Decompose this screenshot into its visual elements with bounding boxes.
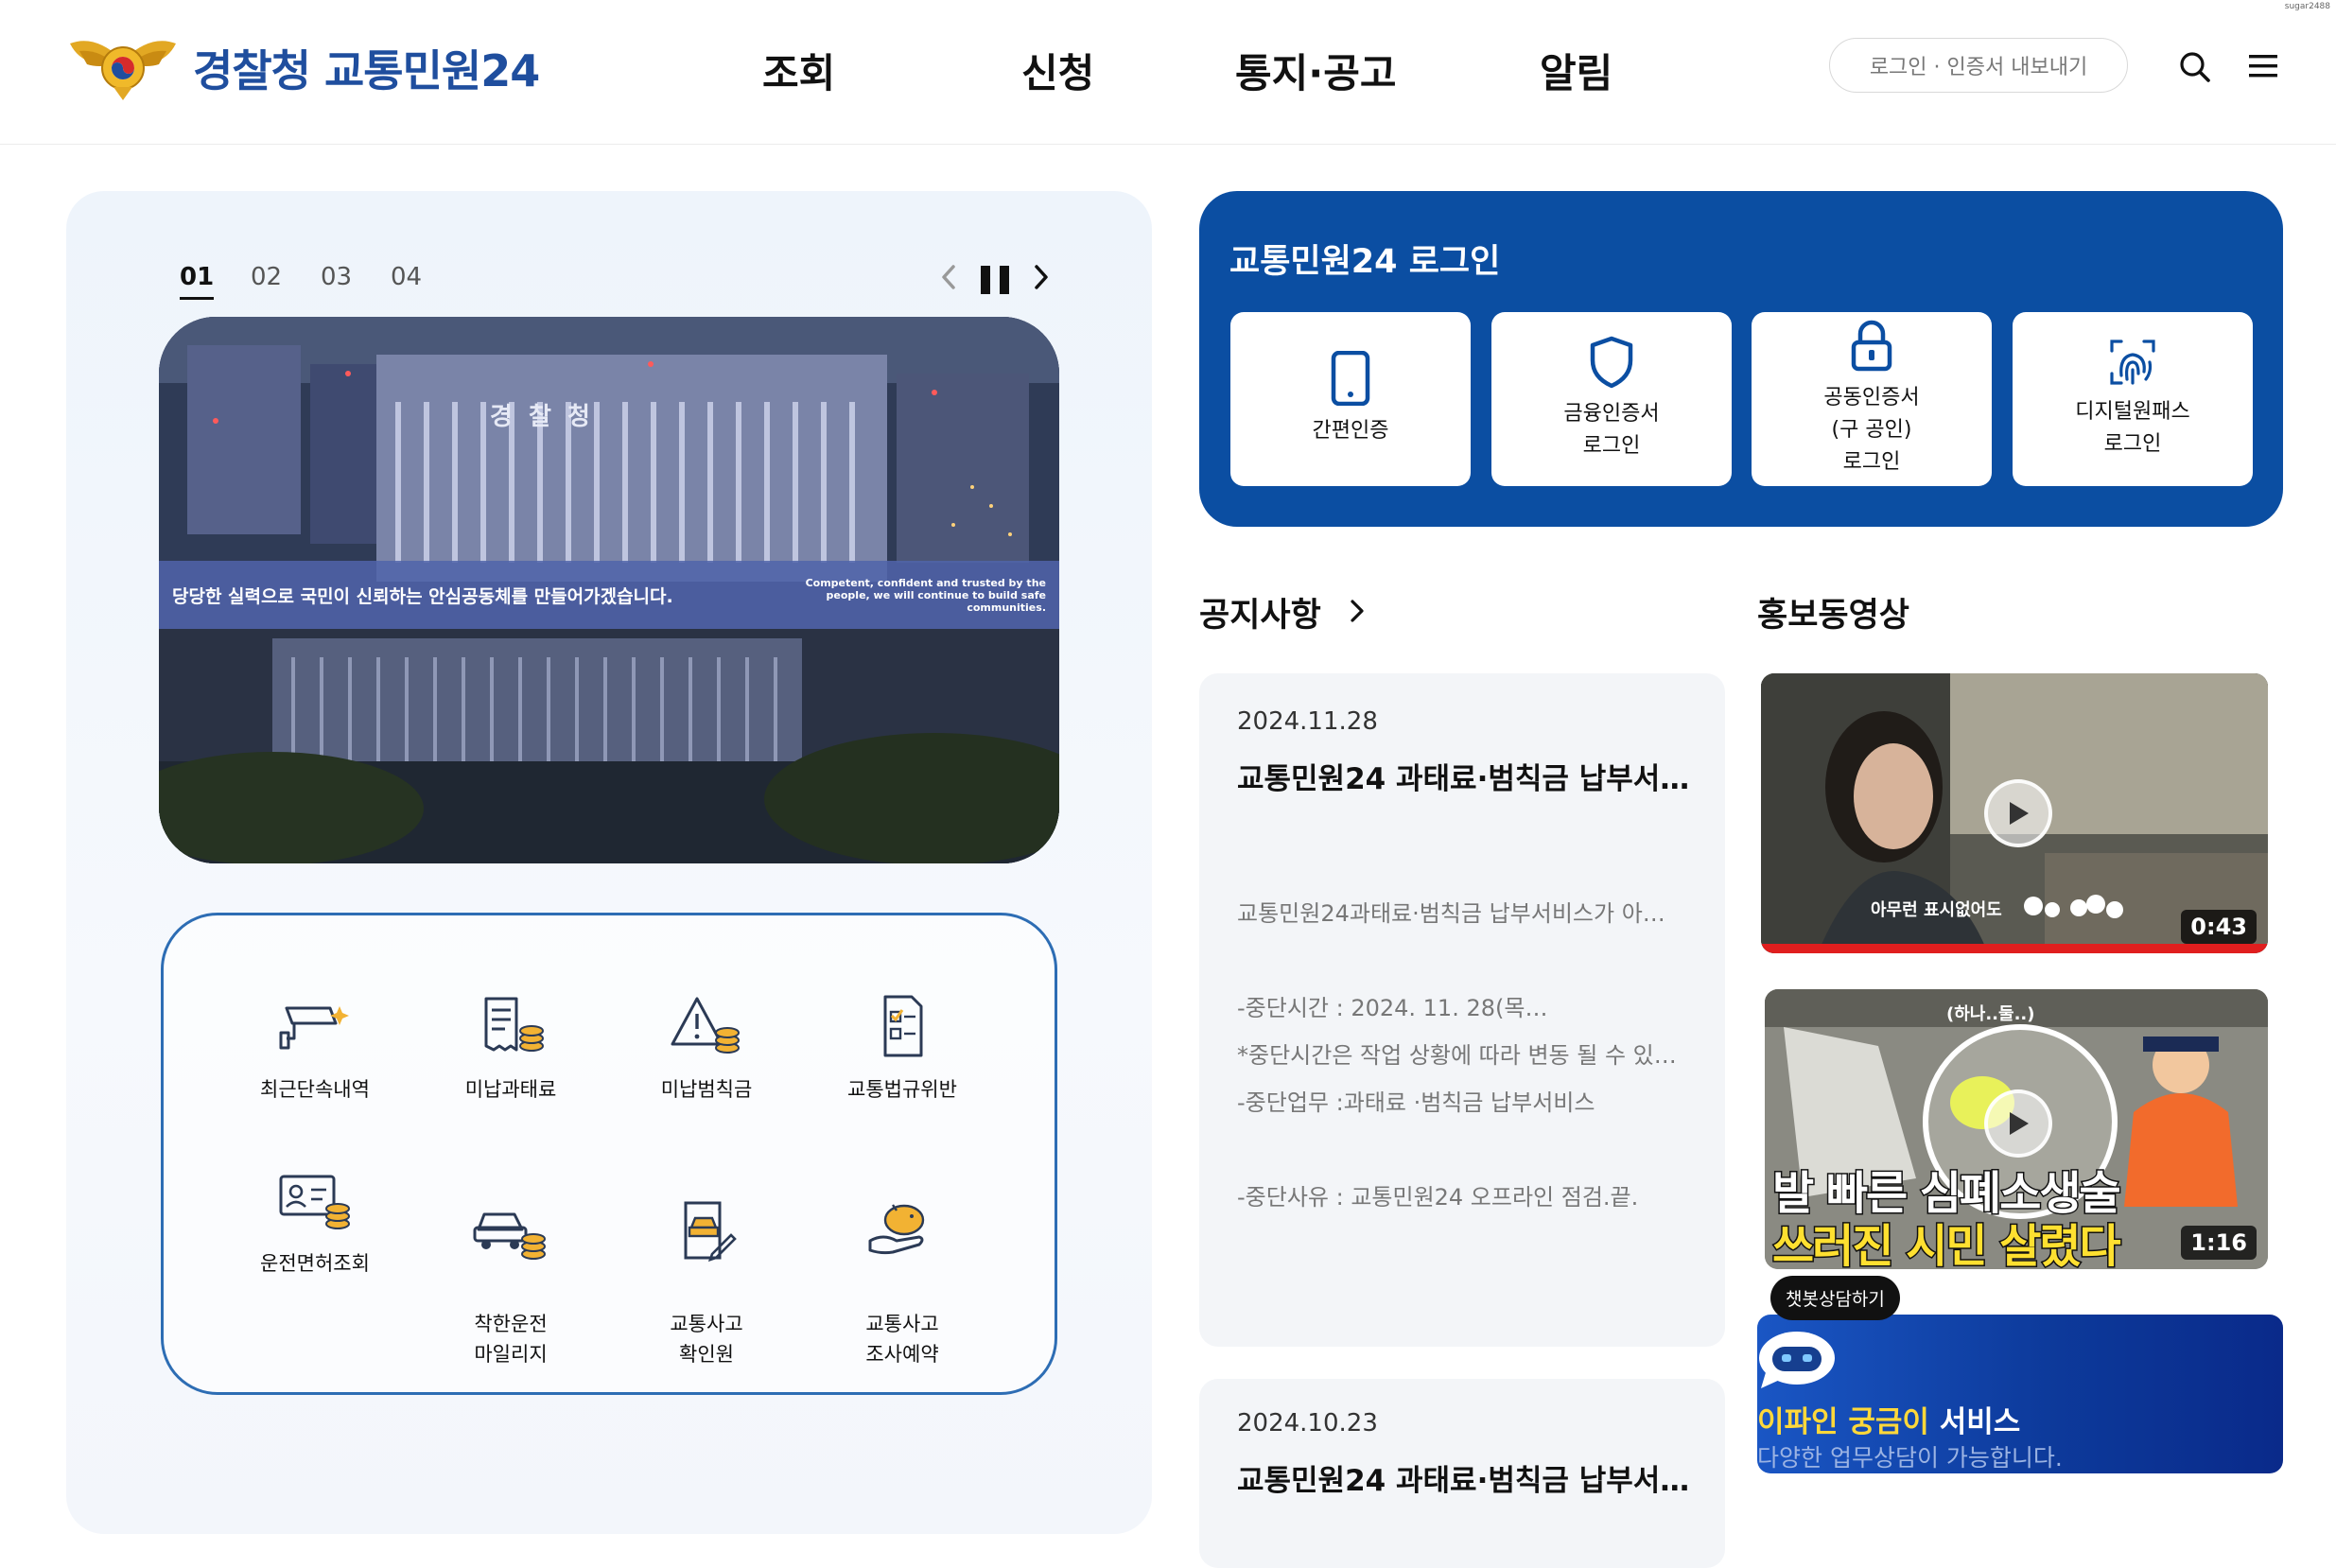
search-icon[interactable] (2179, 51, 2211, 87)
notice-date: 2024.11.28 (1237, 707, 1378, 736)
slide-page-1[interactable]: 01 (180, 263, 215, 300)
hero-slogan-en: Competent, confident and trusted by the … (805, 576, 1046, 614)
notice-body-line: 교통민원24과태료·범칙금 납부서비스가 아… (1237, 900, 1665, 927)
video-thumbnail[interactable]: (하나..둘..) 발 빠른 심폐소생술 쓰러진 시민 살렸다 1:16 (1765, 989, 2268, 1269)
video-duration: 1:16 (2181, 1226, 2257, 1260)
caption-bubbles (2022, 893, 2154, 925)
nav-item-news[interactable]: 알림 (1540, 42, 1613, 99)
site-logo[interactable]: 경찰청 교통민원24 (66, 30, 540, 106)
accident-document-icon (684, 1201, 737, 1262)
slide-page-3[interactable]: 03 (321, 263, 352, 291)
quick-item-recent-enforcement[interactable]: 최근단속내역 (220, 995, 410, 1103)
quick-item-accident-reservation[interactable]: 교통사고 조사예약 (808, 1169, 997, 1400)
hero-image: 경 찰 청 당당한 실력으로 국민이 신뢰하는 안심공동체를 만들어가겠습니다.… (159, 317, 1059, 863)
notice-section-title[interactable]: 공지사항 (1199, 588, 1321, 636)
license-card-icon (279, 1175, 350, 1229)
notice-title: 교통민원24 과태료·범칙금 납부서… (1237, 1464, 1690, 1498)
quick-item-label: 교통사고 조사예약 (865, 1313, 939, 1366)
chatbot-icon[interactable] (1757, 1328, 1842, 1398)
police-emblem-icon (66, 30, 180, 106)
video-thumbnail[interactable]: 아무런 표시없어도 0:43 (1761, 673, 2268, 953)
play-button[interactable] (1984, 1089, 2052, 1158)
nav-item-search[interactable]: 조회 (762, 42, 835, 99)
brand-title: 경찰청 교통민원24 (193, 45, 540, 96)
financial-cert-button[interactable]: 금융인증서 로그인 (1491, 312, 1732, 486)
notice-card[interactable]: 2024.11.28 교통민원24 과태료·범칙금 납부서… 교통민원24과태료… (1199, 673, 1725, 1347)
corner-tag: sugar2488 (2284, 2, 2330, 11)
nav-item-notice[interactable]: 통지·공고 (1235, 42, 1397, 99)
quick-item-label: 미납과태료 (464, 1078, 557, 1101)
chatbot-bubble[interactable]: 챗봇상담하기 (1770, 1276, 1900, 1320)
pause-icon[interactable] (979, 266, 1013, 298)
shield-icon (1590, 336, 1633, 389)
quick-item-traffic-violation[interactable]: 교통법규위반 (808, 995, 997, 1103)
chatbot-subtitle: 다양한 업무상담이 가능합니다. (1757, 1444, 2063, 1472)
login-option-label: 디지털원패스 로그인 (2075, 400, 2190, 456)
quick-item-label: 교통법규위반 (847, 1078, 957, 1101)
document-check-icon (883, 995, 923, 1057)
cctv-icon (279, 1006, 349, 1050)
quick-item-unpaid-fine[interactable]: 미납과태료 (416, 995, 605, 1103)
notice-more-icon[interactable] (1349, 598, 1366, 628)
chatbot-title-rest: 서비스 (1928, 1405, 2021, 1439)
chatbot-title: 이파인 궁금이 서비스 (1757, 1398, 2020, 1440)
car-coins-icon (473, 1212, 546, 1260)
hero-slogan-ko: 당당한 실력으로 국민이 신뢰하는 안심공동체를 만들어가겠습니다. (172, 585, 673, 607)
login-option-label: 금융인증서 로그인 (1563, 402, 1660, 458)
video-caption: 아무런 표시없어도 (1871, 900, 2002, 920)
hero-banner-strip: 당당한 실력으로 국민이 신뢰하는 안심공동체를 만들어가겠습니다. Compe… (159, 561, 1059, 629)
menu-icon[interactable] (2249, 53, 2277, 83)
slide-page-4[interactable]: 04 (391, 263, 422, 291)
quick-item-label: 미납범칙금 (660, 1078, 753, 1101)
video-section-title: 홍보동영상 (1757, 597, 1910, 635)
joint-cert-button[interactable]: 공동인증서 (구 공인) 로그인 (1752, 312, 1992, 486)
video-headline-bottom: 쓰러진 시민 살렸다 (1771, 1219, 2123, 1270)
notice-body-line: -중단시간 : 2024. 11. 28(목… (1237, 995, 1548, 1021)
notice-body-line: -중단사유 : 교통민원24 오프라인 점검.끝. (1237, 1184, 1639, 1211)
chatbot-title-highlight: 이파인 궁금이 (1757, 1405, 1929, 1439)
notice-title: 교통민원24 과태료·범칙금 납부서… (1237, 762, 1690, 796)
quick-item-good-driving-mileage[interactable]: 착한운전 마일리지 (416, 1169, 605, 1400)
lock-icon (1851, 320, 1892, 372)
notice-card[interactable]: 2024.10.23 교통민원24 과태료·범칙금 납부서… (1199, 1379, 1725, 1568)
quick-item-label: 교통사고 확인원 (670, 1313, 743, 1366)
slide-page-2[interactable]: 02 (251, 263, 282, 291)
quick-item-label: 운전면허조회 (260, 1252, 370, 1275)
quick-item-license-check[interactable]: 운전면허조회 (220, 1169, 410, 1277)
phone-icon (1331, 351, 1370, 406)
login-button[interactable]: 로그인 · 인증서 내보내기 (1829, 38, 2128, 93)
login-panel-title: 교통민원24 로그인 (1229, 243, 1501, 281)
next-slide-icon[interactable] (1031, 261, 1052, 297)
prev-slide-icon[interactable] (938, 261, 959, 297)
quick-item-label: 최근단속내역 (260, 1078, 370, 1101)
video-small-caption: (하나..둘..) (1946, 1004, 2035, 1024)
notice-date: 2024.10.23 (1237, 1409, 1378, 1437)
building-sign: 경 찰 청 (490, 403, 594, 431)
login-option-label: 간편인증 (1312, 419, 1389, 443)
login-option-label: 공동인증서 (구 공인) 로그인 (1823, 386, 1920, 474)
video-duration: 0:43 (2181, 910, 2257, 944)
play-button[interactable] (1984, 779, 2052, 847)
nav-item-apply[interactable]: 신청 (1021, 42, 1094, 99)
quick-item-unpaid-penalty[interactable]: 미납범칙금 (612, 995, 801, 1103)
quick-item-label: 착한운전 마일리지 (474, 1313, 548, 1366)
simple-auth-button[interactable]: 간편인증 (1230, 312, 1471, 486)
digital-onepass-button[interactable]: 디지털원패스 로그인 (2013, 312, 2253, 486)
quick-item-accident-certificate[interactable]: 교통사고 확인원 (612, 1169, 801, 1400)
receipt-coins-icon (484, 997, 544, 1052)
notice-body-line: -중단업무 :과태료 ·범칙금 납부서비스 (1237, 1089, 1595, 1116)
fingerprint-icon (2110, 340, 2155, 385)
notice-body-line: *중단시간은 작업 상황에 따라 변동 될 수 있… (1237, 1042, 1677, 1069)
warning-coins-icon (671, 997, 740, 1054)
piggy-hand-icon (868, 1204, 925, 1255)
